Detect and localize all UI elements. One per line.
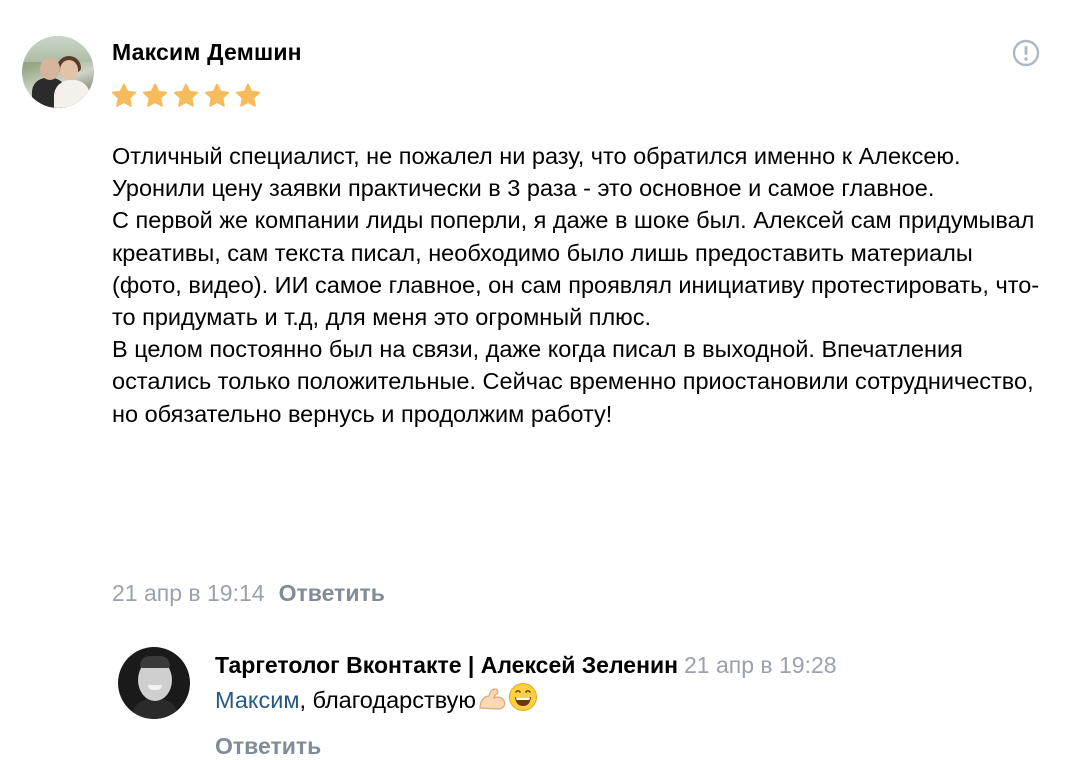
star-icon [204, 83, 230, 107]
star-icon [173, 83, 199, 107]
reply-button[interactable]: Ответить [279, 580, 385, 606]
reviewer-name[interactable]: Максим Демшин [112, 39, 302, 66]
rating-stars [110, 82, 262, 110]
mention-link[interactable]: Максим [215, 687, 300, 713]
review-paragraph: С первой же компании лиды поперли, я даж… [112, 207, 1040, 331]
reply-date[interactable]: 21 апр в 19:28 [684, 652, 837, 678]
reply-header: Таргетолог Вконтакте | Алексей Зеленин 21… [215, 651, 837, 679]
reply-text: Максим, благодарствую [215, 682, 538, 715]
reply-to-reply-button[interactable]: Ответить [215, 732, 321, 760]
replier-avatar[interactable] [118, 647, 190, 719]
replier-name[interactable]: Таргетолог Вконтакте | Алексей Зеленин [215, 652, 678, 678]
reviewer-avatar[interactable] [22, 36, 94, 108]
review-meta: 21 апр в 19:14 Ответить [112, 578, 385, 608]
review-paragraph: Уронили цену заявки практически в 3 раза… [112, 175, 935, 202]
review-paragraph: В целом постоянно был на связи, даже ког… [112, 336, 1034, 427]
star-icon [142, 83, 168, 107]
exclamation-circle-icon[interactable] [1011, 38, 1041, 68]
review-text: Отличный специалист, не пожалел ни разу,… [112, 140, 1042, 430]
star-icon [111, 83, 137, 107]
review-paragraph: Отличный специалист, не пожалел ни разу,… [112, 143, 961, 169]
flexed-biceps-icon [479, 688, 506, 710]
review-date[interactable]: 21 апр в 19:14 [112, 580, 265, 606]
review-card: Максим Демшин Отличный специалист, не по… [0, 0, 1068, 760]
star-icon [235, 83, 261, 107]
reply-message: , благодарствую [299, 687, 477, 713]
grinning-face-icon [509, 683, 538, 711]
